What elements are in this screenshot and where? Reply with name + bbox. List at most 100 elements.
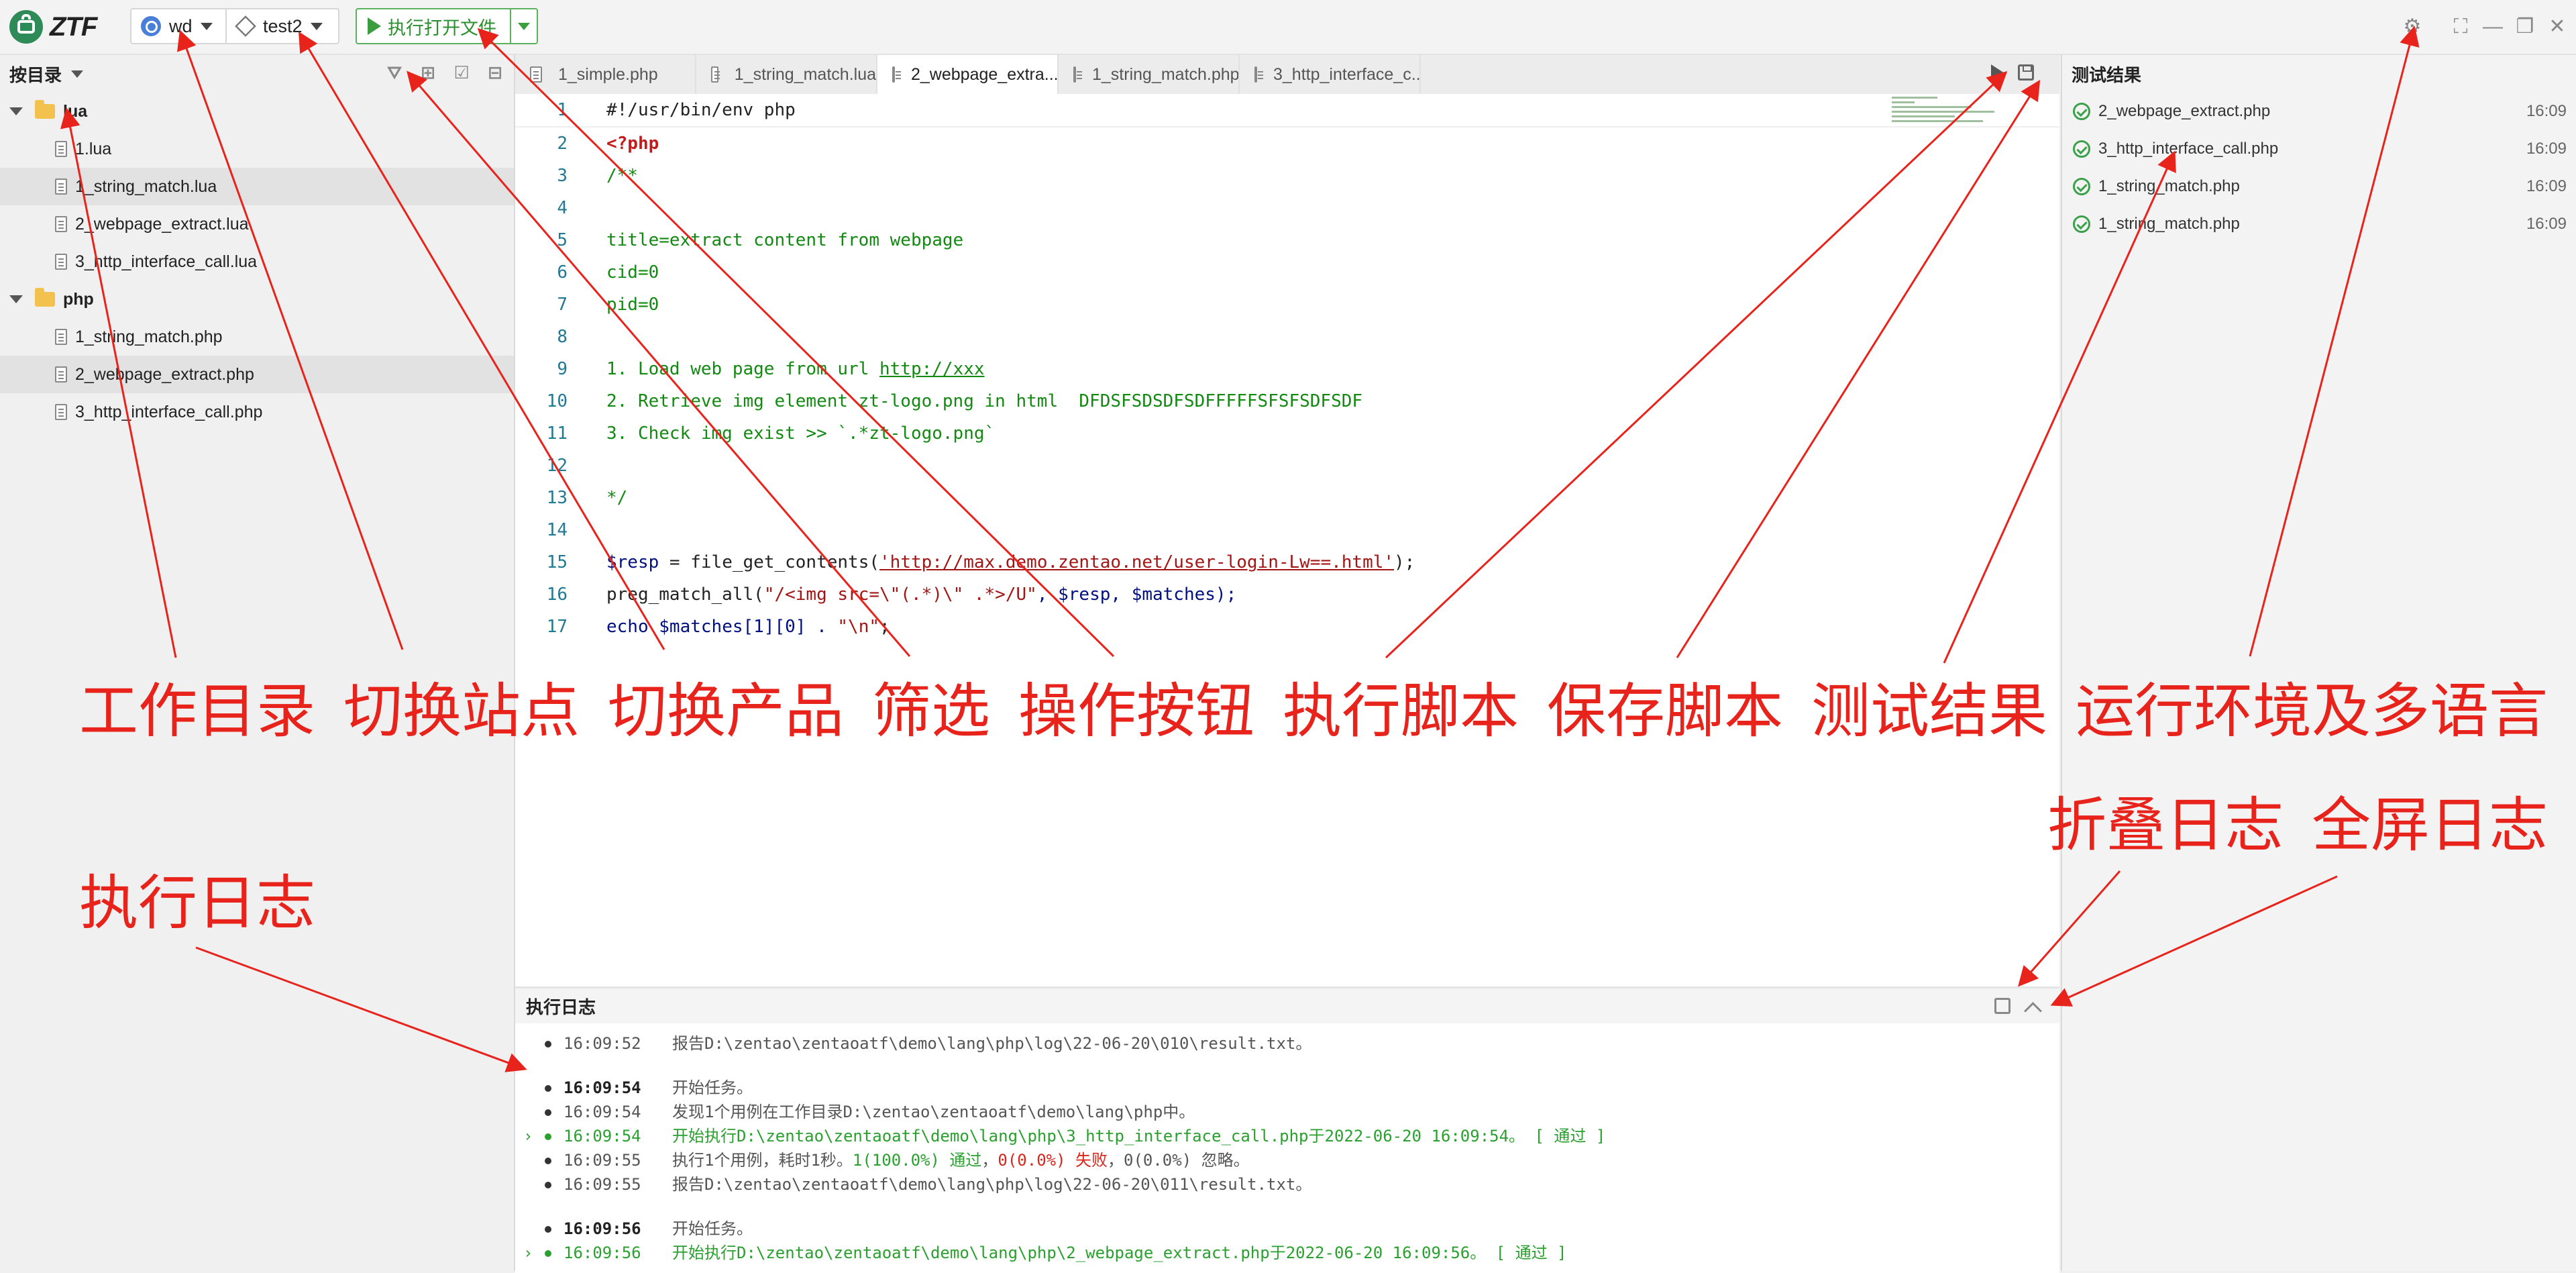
log-bullet-icon [545,1109,551,1116]
log-time: 16:09:55 [564,1151,641,1170]
check-circle-icon [2073,140,2090,158]
tree-folder[interactable]: php [0,281,514,318]
log-lines: 16:09:52 报告D:\zentao\zentaoatf\demo\lang\… [515,1023,2059,1265]
line-number: 5 [557,230,568,250]
log-message: 开始任务。 [672,1078,753,1097]
editor-tab[interactable]: 1_string_match.php [1059,55,1240,94]
sidebar-header[interactable]: 按目录 ⛛ ⊞ ☑ ⊟ [0,55,514,93]
result-time: 16:09 [2526,102,2567,120]
log-line: 16:09:54 开始任务。 [515,1076,2059,1100]
code-line: 5 title=extract content from webpage [515,224,2059,256]
tree-file[interactable]: 1_string_match.lua [0,168,514,205]
code-line: 11 3. Check img exist >> `.*zt-logo.png` [515,417,2059,450]
file-icon [55,404,67,420]
file-icon [711,66,720,83]
line-number: 13 [546,488,568,508]
result-time: 16:09 [2526,140,2567,158]
result-item[interactable]: 1_string_match.php 16:09 [2062,205,2576,243]
site-switcher[interactable]: wd [130,8,227,44]
sidebar-tools: ⛛ ⊞ ☑ ⊟ [385,63,504,82]
code-line: 17 echo $matches[1][0] . "\n"; [515,611,2059,643]
log-bullet-icon [545,1226,551,1233]
filter-icon[interactable]: ⛛ [385,63,404,82]
results-header: 测试结果 [2062,55,2576,93]
summary-fail: 0(0.0%) 失败 [998,1151,1108,1170]
result-item[interactable]: 3_http_interface_call.php 16:09 [2062,130,2576,168]
tree-item-label: 1_string_match.php [75,327,223,346]
code-editor[interactable]: 1 #!/usr/bin/env php 2 <?php 3 /** 4 5 title=ext… [515,94,2059,986]
tree-item-label: 2_webpage_extract.lua [75,214,249,234]
code-lines: 1 #!/usr/bin/env php 2 <?php 3 /** 4 5 title=ext… [515,94,2059,643]
chevron-right-icon[interactable]: › [523,1241,533,1265]
log-time: 16:09:56 [564,1243,641,1262]
close-window-icon[interactable]: ✕ [2544,13,2571,40]
code-token: ; [879,617,890,637]
run-open-file-main[interactable]: 执行打开文件 [357,9,510,43]
editor-tab[interactable]: 1_simple.php [515,55,696,94]
tree-file[interactable]: 1_string_match.php [0,318,514,356]
site-label: wd [169,15,193,36]
save-script-button[interactable] [2018,64,2034,81]
result-name: 2_webpage_extract.php [2098,102,2271,120]
result-item[interactable]: 1_string_match.php 16:09 [2062,168,2576,205]
collapse-all-icon[interactable]: ⊟ [486,63,504,82]
editor-tab[interactable]: 1_string_match.lua [696,55,877,94]
code-line: 10 2. Retrieve img element zt-logo.png in… [515,385,2059,417]
exec-log-panel: 执行日志 16:09:52 报告D:\zentao\zentaoatf\demo\… [515,986,2059,1273]
line-number: 8 [557,327,568,347]
tree-item-label: 1_string_match.lua [75,176,217,196]
fullscreen-log-button[interactable] [1994,998,2010,1014]
editor-tab[interactable]: 2_webpage_extra... [877,55,1059,94]
select-all-icon[interactable]: ☑ [452,63,471,82]
add-workdir-icon[interactable]: ⊞ [419,63,437,82]
log-message: 发现1个用例在工作目录D:\zentao\zentaoatf\demo\lang… [672,1103,1195,1121]
code-token: "\n" [837,617,880,637]
tree-file[interactable]: 2_webpage_extract.lua [0,205,514,243]
restore-window-icon[interactable]: ❐ [2512,13,2538,40]
log-message: 报告D:\zentao\zentaoatf\demo\lang\php\log\… [672,1175,1312,1194]
settings-gear-icon[interactable]: ⚙ [2399,13,2426,40]
run-open-file-button[interactable]: 执行打开文件 [356,8,538,44]
run-options-dropdown[interactable] [510,9,537,43]
fullscreen-window-icon[interactable]: ⛶ [2447,13,2474,40]
chevron-down-icon [9,107,23,115]
minimize-window-icon[interactable]: — [2479,13,2506,40]
editor-tab[interactable]: 3_http_interface_c... [1240,55,1421,94]
code-token: = file_get_contents( [659,552,880,572]
tree-folder[interactable]: lua [0,93,514,130]
tab-label: 3_http_interface_c... [1273,64,1421,84]
product-switcher[interactable]: test2 [225,8,339,44]
collapse-log-button[interactable] [2024,1002,2042,1020]
tree-file[interactable]: 3_http_interface_call.php [0,393,514,431]
tab-label: 2_webpage_extra... [911,64,1059,84]
result-item[interactable]: 2_webpage_extract.php 16:09 [2062,93,2576,130]
log-header: 执行日志 [515,988,2059,1023]
run-script-button[interactable] [1991,64,2004,82]
code-line: 6 cid=0 [515,256,2059,289]
tree-file[interactable]: 1.lua [0,130,514,168]
run-open-file-label: 执行打开文件 [388,17,496,38]
line-number: 15 [546,552,568,572]
check-circle-icon [2073,103,2090,120]
top-toolbar: ZTF wd test2 执行打开文件 ⚙ ⛶ — ❐ ✕ [0,0,2576,55]
code-token: preg_match_all( [606,584,764,605]
code-line: 14 [515,514,2059,546]
file-icon [55,254,67,270]
app-logo-text: ZTF [50,11,97,42]
line-number: 6 [557,262,568,283]
check-circle-icon [2073,178,2090,195]
log-line: 16:09:55 报告D:\zentao\zentaoatf\demo\lang\… [515,1172,2059,1196]
site-icon [141,16,161,36]
tree-file[interactable]: 2_webpage_extract.php [0,356,514,393]
log-message: 开始任务。 [672,1219,753,1238]
summary-text: 执行1个用例，耗时1秒。 [672,1151,853,1170]
workdir-sidebar: 按目录 ⛛ ⊞ ☑ ⊟ lua 1.lua 1_string_match.lua 2_… [0,55,515,1271]
file-tree: lua 1.lua 1_string_match.lua 2_webpage_extr… [0,93,514,431]
code-link[interactable]: http://xxx [879,359,985,379]
chevron-right-icon[interactable]: › [523,1124,533,1148]
tree-item-label: 3_http_interface_call.php [75,402,263,421]
tree-file[interactable]: 3_http_interface_call.lua [0,243,514,281]
code-line: 4 [515,192,2059,224]
line-number: 9 [557,359,568,379]
code-line: 8 [515,321,2059,353]
